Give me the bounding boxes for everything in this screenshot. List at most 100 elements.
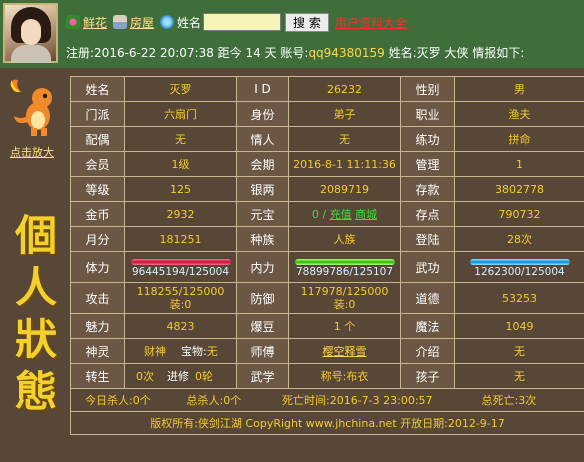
summary-row: 今日杀人:0个 总杀人:0个 死亡时间:2016-7-3 23:00:57 总死… [70, 388, 584, 412]
header-bar: 鲜花 房屋 姓名 搜 索 用户资料大全 注册:2016-6-22 20:07:3… [0, 0, 584, 68]
footer-row: 版权所有:侠剑江湖 CopyRight www.jhchina.net 开放日期… [70, 411, 584, 435]
label-race: 种族 [236, 226, 289, 252]
label-rebirth: 转生 [70, 363, 125, 389]
flower-icon [66, 15, 80, 29]
value-beans: 1 个 [288, 313, 401, 339]
value-attack: 118255/125000 装:0 [124, 282, 237, 314]
label-skills: 武学 [236, 363, 289, 389]
label-master: 师傅 [236, 338, 289, 364]
label-attack: 攻击 [70, 282, 125, 314]
label-silver: 银两 [236, 176, 289, 202]
value-admin: 1 [454, 151, 584, 177]
pet-dragon-icon[interactable] [6, 76, 58, 138]
summary-cell: 今日杀人:0个 总杀人:0个 死亡时间:2016-7-3 23:00:57 总死… [70, 388, 584, 412]
death-time: 死亡时间:2016-7-3 23:00:57 [282, 394, 433, 407]
table-row: 会员 1级 会期 2016-8-1 11:11:36 管理 1 [70, 151, 584, 177]
label-inner-power: 内力 [236, 251, 289, 283]
header-links: 鲜花 房屋 姓名 搜 索 用户资料大全 [66, 11, 407, 33]
table-row: 姓名 灭罗 I D 26232 性别 男 [70, 76, 584, 102]
side-title-char: 狀 [14, 315, 57, 364]
label-spouse: 配偶 [70, 126, 125, 152]
value-lover: 无 [288, 126, 401, 152]
value-charm: 4823 [124, 313, 237, 339]
value-martial: 1262300/125004 [454, 251, 584, 283]
table-row: 神灵 财神 宝物:无 师傅 樱空释雪 介绍 无 [70, 338, 584, 364]
total-deaths: 总死亡:3次 [481, 394, 537, 407]
flower-link[interactable]: 鲜花 [83, 14, 107, 31]
value-gold: 2932 [124, 201, 237, 227]
label-treasure: 宝物: [181, 345, 207, 358]
label-martial: 武功 [400, 251, 455, 283]
defense-equip: 装:0 [333, 298, 356, 311]
avatar[interactable] [3, 3, 58, 63]
info-suffix: 姓名:灭罗 大侠 情报如下: [384, 46, 525, 60]
value-training: 拼命 [454, 126, 584, 152]
recharge-link[interactable]: 充值 [330, 208, 352, 221]
label-membership: 会员 [70, 151, 125, 177]
label-identity: 身份 [236, 101, 289, 127]
martial-text: 1262300/125004 [474, 265, 565, 278]
value-member-expiry: 2016-8-1 11:11:36 [288, 151, 401, 177]
value-morality: 53253 [454, 282, 584, 314]
user-data-link[interactable]: 用户资料大全 [335, 14, 407, 31]
value-master: 樱空释雪 [288, 338, 401, 364]
master-link[interactable]: 樱空释雪 [323, 345, 367, 358]
value-rebirth: 0次 进修 0轮 [124, 363, 237, 389]
table-row: 体力 96445194/125004 内力 78899786/125107 武功… [70, 251, 584, 283]
search-button[interactable]: 搜 索 [285, 12, 329, 32]
table-row: 金币 2932 元宝 0 / 充值 商城 存点 790732 [70, 201, 584, 227]
treasure-value: 无 [206, 345, 218, 358]
value-month: 181251 [124, 226, 237, 252]
stamina-bar [130, 258, 231, 265]
enlarge-pet-link[interactable]: 点击放大 [10, 144, 54, 160]
attack-value: 118255/125000 [136, 285, 225, 298]
table-row: 配偶 无 情人 无 练功 拼命 [70, 126, 584, 152]
house-link[interactable]: 房屋 [130, 14, 154, 31]
yuanbao-count: 0 / [311, 208, 327, 221]
value-id: 26232 [288, 76, 401, 102]
value-level: 125 [124, 176, 237, 202]
label-sect: 门派 [70, 101, 125, 127]
attack-equip: 装:0 [169, 298, 192, 311]
house-icon [113, 15, 128, 29]
label-admin: 管理 [400, 151, 455, 177]
search-input[interactable] [203, 13, 282, 31]
label-beans: 爆豆 [236, 313, 289, 339]
table-row: 攻击 118255/125000 装:0 防御 117978/125000 装:… [70, 282, 584, 314]
value-defense: 117978/125000 装:0 [288, 282, 401, 314]
label-lover: 情人 [236, 126, 289, 152]
defense-value: 117978/125000 [300, 285, 389, 298]
label-gold: 金币 [70, 201, 125, 227]
value-identity: 弟子 [288, 101, 401, 127]
side-title-char: 人 [14, 263, 57, 312]
label-yuanbao: 元宝 [236, 201, 289, 227]
label-magic: 魔法 [400, 313, 455, 339]
label-id: I D [236, 76, 289, 102]
value-deposit: 3802778 [454, 176, 584, 202]
today-kills: 今日杀人:0个 [85, 394, 151, 407]
label-deity: 神灵 [70, 338, 125, 364]
value-spouse: 无 [124, 126, 237, 152]
value-job: 渔夫 [454, 101, 584, 127]
label-charm: 魅力 [70, 313, 125, 339]
martial-bar [469, 258, 570, 265]
value-title: 称号:布衣 [288, 363, 401, 389]
info-prefix: 注册:2016-6-22 20:07:38 距今 14 天 账号: [66, 46, 309, 60]
value-name: 灭罗 [124, 76, 237, 102]
shop-link[interactable]: 商城 [355, 208, 377, 221]
table-row: 等级 125 银两 2089719 存款 3802778 [70, 176, 584, 202]
label-logins: 登陆 [400, 226, 455, 252]
label-job: 职业 [400, 101, 455, 127]
value-stamina: 96445194/125004 [124, 251, 237, 283]
label-member-expiry: 会期 [236, 151, 289, 177]
stats-table: 姓名 灭罗 I D 26232 性别 男 门派 六扇门 身份 弟子 职业 渔夫 … [70, 76, 584, 435]
value-points: 790732 [454, 201, 584, 227]
value-referral: 无 [454, 338, 584, 364]
value-children: 无 [454, 363, 584, 389]
label-referral: 介绍 [400, 338, 455, 364]
label-morality: 道德 [400, 282, 455, 314]
value-inner-power: 78899786/125107 [288, 251, 401, 283]
label-defense: 防御 [236, 282, 289, 314]
total-kills: 总杀人:0个 [186, 394, 242, 407]
value-logins: 28次 [454, 226, 584, 252]
